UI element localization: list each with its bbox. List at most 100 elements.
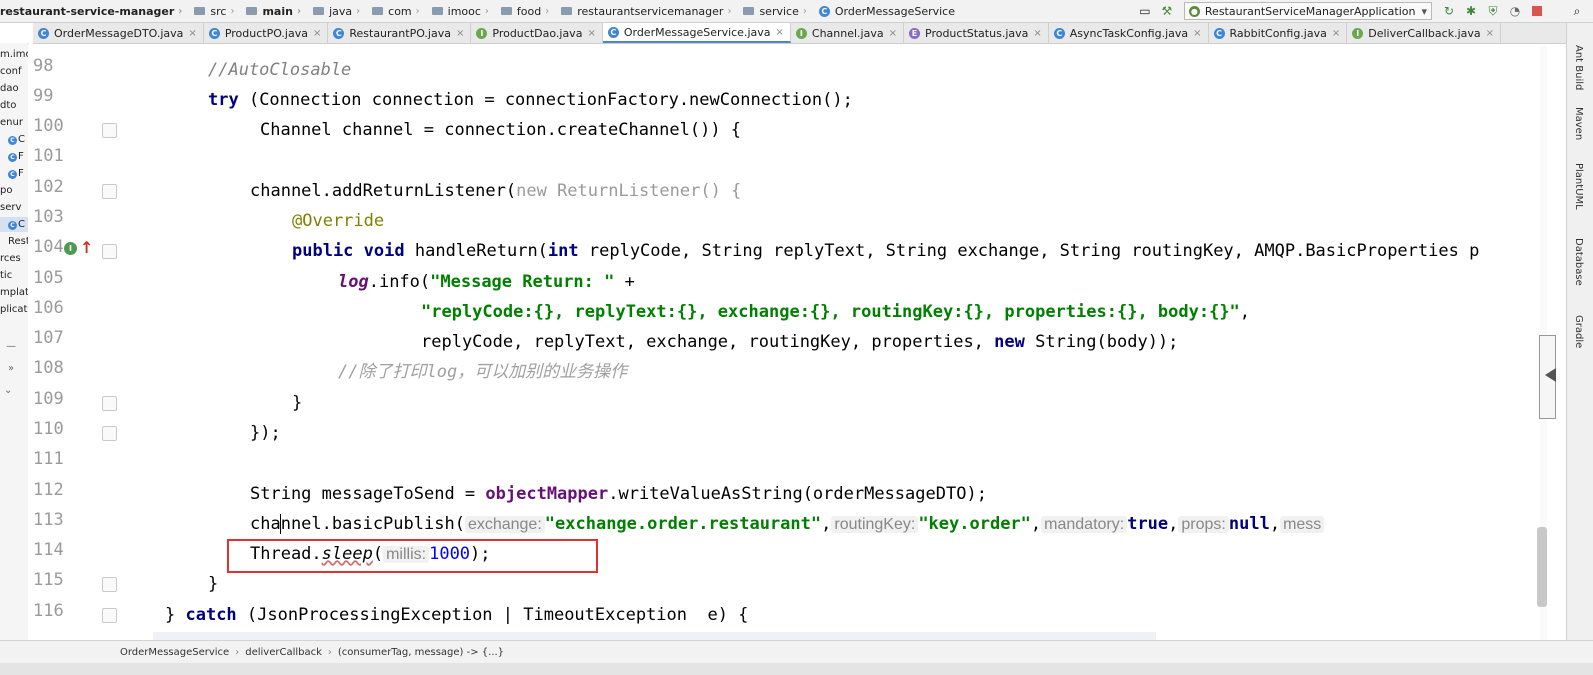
tree-item[interactable]: CF (8, 166, 24, 181)
debug-icon[interactable]: ✱ (1463, 3, 1479, 19)
close-icon[interactable]: × (1332, 28, 1340, 39)
breadcrumb-project[interactable]: restaurant-service-manager › (0, 5, 188, 18)
tree-item-label: C (18, 219, 25, 230)
tree-item[interactable]: Rest (8, 234, 28, 249)
expand-icon[interactable]: » (8, 361, 14, 376)
breadcrumb-class-item[interactable]: OrderMessageService (120, 647, 229, 658)
rerun-icon[interactable]: ↻ (1441, 3, 1457, 19)
close-icon[interactable]: × (456, 28, 464, 39)
project-tree: m.imo conf dao dto enur CC CF CF po serv… (0, 43, 29, 655)
tree-item[interactable]: conf (0, 64, 21, 79)
folder-icon (743, 7, 755, 15)
breadcrumb-lambda-item[interactable]: (consumerTag, message) -> {...} (338, 647, 504, 658)
breadcrumb-com[interactable]: com › (372, 5, 426, 18)
chevron-right-icon: › (545, 5, 550, 17)
tree-item[interactable]: dto (0, 98, 16, 113)
class-icon: C (1213, 27, 1225, 39)
breadcrumb-method-item[interactable]: deliverCallback (245, 647, 322, 658)
minimize-icon[interactable]: — (6, 339, 16, 354)
code-line-103: @Override (292, 206, 384, 236)
close-icon[interactable]: × (188, 28, 196, 39)
tab-product-status[interactable]: E ProductStatus.java × (904, 23, 1049, 43)
run-configuration-select[interactable]: ● RestaurantServiceManagerApplication ▾ (1183, 2, 1432, 20)
fold-marker[interactable] (102, 426, 117, 441)
horizontal-scrollbar[interactable] (153, 632, 1156, 640)
breadcrumb-class[interactable]: C OrderMessageService (818, 5, 955, 18)
override-arrow-icon[interactable]: ↑ (80, 238, 93, 257)
tree-item[interactable]: tic (0, 268, 12, 283)
tree-item[interactable]: mplat (0, 285, 28, 300)
code-line-105: log.info("Message Return: " + (338, 267, 635, 297)
hammer-icon[interactable]: ⚒ (1159, 3, 1175, 19)
tree-item[interactable]: CF (8, 149, 24, 164)
collapse-arrow-icon[interactable] (1545, 368, 1556, 382)
fold-marker[interactable] (102, 123, 117, 138)
tab-order-message-dto[interactable]: C OrderMessageDTO.java × (33, 23, 204, 43)
line-number-gutter: 98 99 100 101 102 103 104 105 106 107 10… (28, 44, 123, 640)
tree-item[interactable]: dao (0, 81, 19, 96)
fold-marker[interactable] (102, 577, 117, 592)
close-icon[interactable]: × (1033, 28, 1041, 39)
tree-item[interactable]: po (0, 183, 12, 198)
tool-tab-maven[interactable]: Maven (1573, 107, 1584, 140)
breadcrumb-java[interactable]: java › (313, 5, 366, 18)
close-icon[interactable]: × (313, 28, 321, 39)
chevron-right-icon: › (296, 5, 302, 17)
coverage-icon[interactable]: ⛨ (1485, 3, 1501, 19)
tree-item[interactable]: m.imo (0, 47, 28, 62)
tree-item-selected[interactable]: CC (0, 217, 28, 232)
class-icon: C (333, 27, 345, 39)
layout-icon[interactable]: ▭ (1137, 3, 1153, 19)
tool-tab-database[interactable]: Database (1573, 238, 1584, 286)
code-line-104: public void handleReturn(int replyCode, … (292, 236, 1479, 266)
breadcrumb-service[interactable]: service › (743, 5, 812, 18)
tool-tab-ant-build[interactable]: Ant Build (1573, 45, 1584, 90)
tab-restaurant-po[interactable]: C RestaurantPO.java × (328, 23, 472, 43)
class-icon: C (607, 26, 619, 38)
code-text: }); (250, 423, 281, 443)
fold-marker[interactable] (102, 244, 117, 259)
tab-deliver-callback[interactable]: I DeliverCallback.java × (1347, 23, 1502, 43)
breadcrumb-package[interactable]: restaurantservicemanager › (561, 5, 737, 18)
tab-rabbit-config[interactable]: C RabbitConfig.java × (1209, 23, 1348, 43)
implements-method-icon[interactable]: I (64, 242, 77, 255)
tree-item[interactable]: rces (0, 251, 21, 266)
breadcrumb-project-label: restaurant-service-manager (0, 4, 175, 18)
tab-channel[interactable]: I Channel.java × (791, 23, 904, 43)
tree-item[interactable]: plicat (0, 302, 27, 317)
breadcrumb-imooc[interactable]: imooc › (431, 5, 495, 18)
breadcrumb-main[interactable]: main › (246, 5, 307, 18)
tool-tab-gradle[interactable]: Gradle (1573, 315, 1584, 348)
close-icon[interactable]: × (889, 28, 897, 39)
close-icon[interactable]: × (1486, 28, 1494, 39)
tree-item[interactable]: enur (0, 115, 23, 130)
code-line-110: }); (250, 418, 281, 448)
stop-icon[interactable] (1529, 3, 1545, 19)
fold-marker[interactable] (102, 184, 117, 199)
tree-item[interactable]: serv (0, 200, 21, 215)
scrollbar-thumb[interactable] (1537, 527, 1547, 607)
breadcrumb-src[interactable]: src › (194, 5, 240, 18)
tab-product-dao[interactable]: I ProductDao.java × (471, 23, 603, 43)
tree-item[interactable]: CC (8, 132, 25, 147)
breadcrumb-food[interactable]: food › (500, 5, 555, 18)
fold-marker[interactable] (102, 396, 117, 411)
close-icon[interactable]: × (1193, 28, 1201, 39)
tab-async-task-config[interactable]: C AsyncTaskConfig.java × (1049, 23, 1209, 43)
close-icon[interactable]: × (776, 27, 784, 38)
code-text: , (1168, 514, 1179, 534)
fold-marker[interactable] (102, 608, 117, 623)
close-icon[interactable]: × (587, 28, 595, 39)
keyword: true (1127, 514, 1169, 534)
chevron-down-icon[interactable]: ⌄ (4, 383, 12, 398)
profile-icon[interactable]: ◔ (1507, 3, 1523, 19)
line-number: 102 (33, 177, 64, 197)
keyword: new (994, 332, 1025, 352)
tab-order-message-service[interactable]: C OrderMessageService.java × (602, 23, 791, 43)
line-number: 107 (33, 328, 64, 348)
field: objectMapper (485, 484, 609, 504)
tool-tab-plantuml[interactable]: PlantUML (1573, 163, 1584, 210)
search-icon[interactable]: ⌕ (1569, 3, 1585, 19)
tab-product-po[interactable]: C ProductPO.java × (204, 23, 329, 43)
code-text: } (208, 574, 219, 594)
